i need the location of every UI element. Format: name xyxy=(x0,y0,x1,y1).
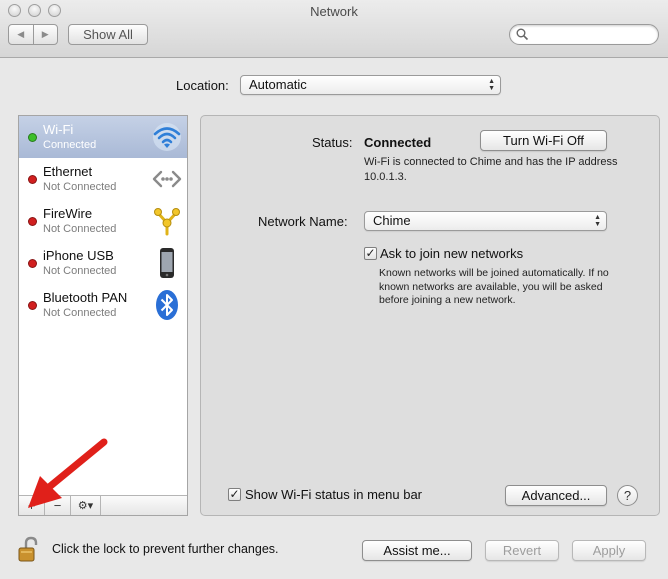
location-label: Location: xyxy=(176,78,229,93)
service-status: Not Connected xyxy=(43,181,117,193)
network-name-popup[interactable]: Chime ▲ ▼ xyxy=(364,211,607,231)
advanced-button[interactable]: Advanced... xyxy=(505,485,607,506)
service-name: Wi-Fi xyxy=(43,122,74,137)
service-name: Bluetooth PAN xyxy=(43,290,128,305)
ethernet-icon xyxy=(152,170,182,188)
checkmark-icon: ✓ xyxy=(365,246,376,260)
service-name: iPhone USB xyxy=(43,248,114,263)
turn-wifi-off-button[interactable]: Turn Wi-Fi Off xyxy=(480,130,607,151)
lock-icon[interactable] xyxy=(17,536,41,562)
service-status: Not Connected xyxy=(43,223,117,235)
status-label: Status: xyxy=(312,135,353,150)
location-popup[interactable]: Automatic ▲ ▼ xyxy=(240,75,501,95)
search-input[interactable] xyxy=(532,27,652,42)
popup-arrows-icon: ▲ ▼ xyxy=(488,78,495,92)
status-disconnected-icon xyxy=(28,301,37,310)
service-status: Connected xyxy=(43,139,97,151)
firewire-icon xyxy=(154,208,180,236)
network-name-label: Network Name: xyxy=(258,214,348,229)
status-disconnected-icon xyxy=(28,259,37,268)
service-status: Not Connected xyxy=(43,307,117,319)
status-disconnected-icon xyxy=(28,175,37,184)
status-value: Connected xyxy=(364,135,432,150)
service-name: Ethernet xyxy=(43,164,93,179)
lock-message: Click the lock to prevent further change… xyxy=(52,542,279,556)
back-button[interactable]: ◀ xyxy=(9,25,34,44)
service-item-ethernet[interactable]: Ethernet Not Connected xyxy=(19,158,187,200)
wifi-icon xyxy=(153,123,181,151)
popup-arrows-icon: ▲ ▼ xyxy=(594,214,601,228)
service-item-iphone-usb[interactable]: iPhone USB Not Connected xyxy=(19,242,187,284)
network-name-value: Chime xyxy=(373,213,411,228)
show-all-button[interactable]: Show All xyxy=(68,24,148,45)
back-forward-control: ◀ ▶ xyxy=(8,24,58,45)
service-item-wifi[interactable]: Wi-Fi Connected xyxy=(19,116,187,158)
revert-button[interactable]: Revert xyxy=(485,540,559,561)
apply-button[interactable]: Apply xyxy=(572,540,646,561)
service-name: FireWire xyxy=(43,206,93,221)
forward-button[interactable]: ▶ xyxy=(34,25,58,44)
title-bar: Network ◀ ▶ Show All xyxy=(0,0,668,58)
window-title: Network xyxy=(310,4,358,19)
status-connected-icon xyxy=(28,133,37,142)
ask-join-description: Known networks will be joined automatica… xyxy=(379,267,609,306)
status-disconnected-icon xyxy=(28,217,37,226)
iphone-icon xyxy=(160,248,174,278)
status-description: Wi-Fi is connected to Chime and has the … xyxy=(364,156,618,183)
service-status: Not Connected xyxy=(43,265,117,277)
help-button[interactable]: ? xyxy=(617,485,638,506)
bluetooth-icon xyxy=(156,290,178,320)
ask-join-label[interactable]: Ask to join new networks xyxy=(380,246,523,261)
show-wifi-status-checkbox[interactable]: ✓ xyxy=(228,488,241,501)
search-icon xyxy=(516,28,529,41)
service-item-bluetooth-pan[interactable]: Bluetooth PAN Not Connected xyxy=(19,284,187,326)
red-arrow-annotation xyxy=(28,438,108,508)
ask-join-checkbox[interactable]: ✓ xyxy=(364,247,377,260)
search-field[interactable] xyxy=(509,24,659,45)
show-wifi-status-label[interactable]: Show Wi-Fi status in menu bar xyxy=(245,487,422,502)
checkmark-icon: ✓ xyxy=(229,487,240,501)
service-item-firewire[interactable]: FireWire Not Connected xyxy=(19,200,187,242)
location-value: Automatic xyxy=(249,77,307,92)
assist-me-button[interactable]: Assist me... xyxy=(362,540,472,561)
